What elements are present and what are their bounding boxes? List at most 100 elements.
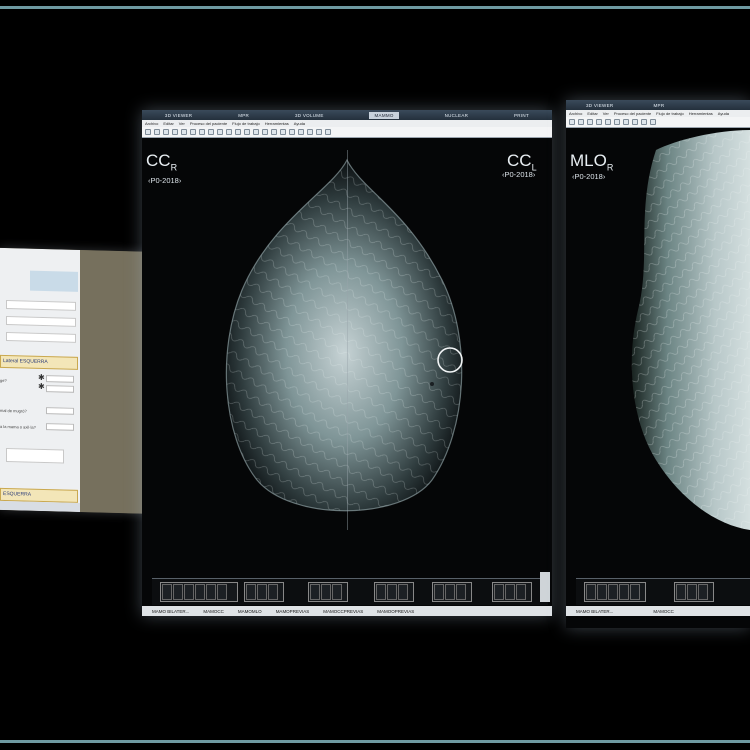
menu-flujo-trabajo[interactable]: Flujo de trabajo	[232, 121, 260, 126]
series-thumbnail[interactable]	[456, 584, 466, 600]
series-thumbnail[interactable]	[257, 584, 267, 600]
menu-herramientas[interactable]: Herramientas	[265, 121, 289, 126]
cine-icon[interactable]	[271, 129, 277, 135]
magnify-icon[interactable]	[190, 129, 196, 135]
tab-mammo[interactable]: MAMMO	[369, 111, 399, 119]
menu-proceso-paciente[interactable]: Proceso del paciente	[614, 111, 651, 116]
menu-flujo-trabajo[interactable]: Flujo de trabajo	[656, 111, 684, 116]
circle-roi-icon[interactable]	[235, 129, 241, 135]
menu-ver[interactable]: Ver	[603, 111, 609, 116]
menu-archivo[interactable]: Archivo	[569, 111, 582, 116]
window-level-icon[interactable]	[172, 129, 178, 135]
series-group[interactable]	[308, 582, 348, 602]
series-thumbnail[interactable]	[195, 584, 205, 600]
series-thumbnail[interactable]	[310, 584, 320, 600]
window-level-icon[interactable]	[596, 119, 602, 125]
series-thumbnail[interactable]	[434, 584, 444, 600]
hand-tool-icon[interactable]	[578, 119, 584, 125]
sync-icon[interactable]	[280, 129, 286, 135]
series-thumbnail[interactable]	[608, 584, 618, 600]
form-answer-field[interactable]	[46, 423, 74, 431]
series-thumbnail[interactable]	[619, 584, 629, 600]
ruler-tool-icon[interactable]	[181, 129, 187, 135]
series-thumbnail[interactable]	[376, 584, 386, 600]
mammogram-mlo-image[interactable]	[626, 130, 750, 550]
series-thumbnail[interactable]	[494, 584, 504, 600]
text-tool-icon[interactable]	[262, 129, 268, 135]
series-group[interactable]	[244, 582, 284, 602]
menu-ayuda[interactable]: Ayuda	[294, 121, 305, 126]
tab-3d-volume[interactable]: 3D VOLUME	[295, 113, 324, 118]
series-thumbnail[interactable]	[676, 584, 686, 600]
tab-mpr[interactable]: MPR	[653, 103, 664, 108]
form-answer-field[interactable]	[46, 375, 74, 383]
layout-tool-icon[interactable]	[145, 129, 151, 135]
series-thumbnail[interactable]	[698, 584, 708, 600]
layout-tool-icon[interactable]	[569, 119, 575, 125]
settings-icon[interactable]	[325, 129, 331, 135]
series-thumbnail[interactable]	[687, 584, 697, 600]
menu-editar[interactable]: Editar	[587, 111, 597, 116]
form-answer-field[interactable]	[46, 385, 74, 393]
series-group[interactable]	[584, 582, 646, 602]
form-text-area[interactable]	[6, 448, 64, 464]
series-group[interactable]	[160, 582, 238, 602]
annotate-icon[interactable]	[226, 129, 232, 135]
hand-tool-icon[interactable]	[154, 129, 160, 135]
invert-icon[interactable]	[623, 119, 629, 125]
series-thumbnail[interactable]	[597, 584, 607, 600]
series-thumbnail[interactable]	[332, 584, 342, 600]
flip-icon[interactable]	[217, 129, 223, 135]
menu-herramientas[interactable]: Herramientas	[689, 111, 713, 116]
zoom-tool-icon[interactable]	[587, 119, 593, 125]
rotate-icon[interactable]	[208, 129, 214, 135]
menu-ayuda[interactable]: Ayuda	[718, 111, 729, 116]
form-field[interactable]	[6, 332, 76, 343]
series-thumbnail[interactable]	[246, 584, 256, 600]
series-thumbnail[interactable]	[268, 584, 278, 600]
series-thumbnail[interactable]	[445, 584, 455, 600]
menu-proceso-paciente[interactable]: Proceso del paciente	[190, 121, 227, 126]
tab-3d-viewer[interactable]: 3D VIEWER	[165, 113, 192, 118]
tab-print[interactable]: PRINT	[514, 113, 529, 118]
series-group[interactable]	[674, 582, 714, 602]
series-thumbnail[interactable]	[184, 584, 194, 600]
sync-icon[interactable]	[650, 119, 656, 125]
mammogram-cc-image[interactable]	[202, 150, 502, 530]
series-group[interactable]	[432, 582, 472, 602]
form-field[interactable]	[6, 300, 76, 311]
tab-3d-viewer[interactable]: 3D VIEWER	[586, 103, 613, 108]
series-thumbnail[interactable]	[398, 584, 408, 600]
print-icon[interactable]	[307, 129, 313, 135]
tab-mpr[interactable]: MPR	[238, 113, 249, 118]
series-thumbnail[interactable]	[586, 584, 596, 600]
menu-archivo[interactable]: Archivo	[145, 121, 158, 126]
form-field[interactable]	[6, 316, 76, 327]
thumbnail-scroll-control[interactable]	[540, 572, 550, 602]
menu-ver[interactable]: Ver	[179, 121, 185, 126]
series-group[interactable]	[492, 582, 532, 602]
series-thumbnail[interactable]	[387, 584, 397, 600]
export-icon[interactable]	[316, 129, 322, 135]
series-thumbnail[interactable]	[206, 584, 216, 600]
annotate-icon[interactable]	[641, 119, 647, 125]
form-answer-field[interactable]	[46, 407, 74, 415]
compare-icon[interactable]	[289, 129, 295, 135]
series-group[interactable]	[374, 582, 414, 602]
series-thumbnail[interactable]	[217, 584, 227, 600]
series-thumbnail[interactable]	[321, 584, 331, 600]
arrow-tool-icon[interactable]	[244, 129, 250, 135]
series-thumbnail[interactable]	[505, 584, 515, 600]
magnify-icon[interactable]	[614, 119, 620, 125]
invert-icon[interactable]	[199, 129, 205, 135]
ruler-tool-icon[interactable]	[605, 119, 611, 125]
angle-tool-icon[interactable]	[253, 129, 259, 135]
series-thumbnail[interactable]	[630, 584, 640, 600]
series-thumbnail[interactable]	[173, 584, 183, 600]
tab-nuclear[interactable]: NUCLEAR	[445, 113, 469, 118]
series-thumbnail[interactable]	[162, 584, 172, 600]
menu-editar[interactable]: Editar	[163, 121, 173, 126]
series-thumbnail[interactable]	[516, 584, 526, 600]
zoom-tool-icon[interactable]	[163, 129, 169, 135]
reset-icon[interactable]	[298, 129, 304, 135]
